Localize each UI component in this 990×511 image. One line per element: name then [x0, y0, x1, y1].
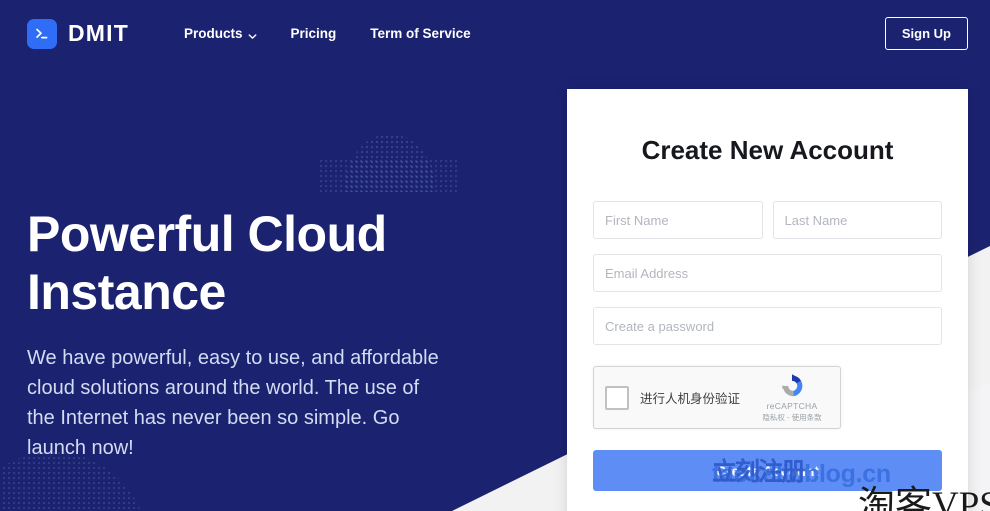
card-title: Create New Account [593, 89, 942, 166]
nav-item-term-of-service-label: Term of Service [370, 26, 470, 41]
hero-title-line2: Instance [27, 263, 447, 321]
recaptcha-checkbox[interactable] [605, 386, 629, 410]
recaptcha-label: 进行人机身份验证 [640, 388, 740, 407]
dotted-base-decoration [320, 160, 460, 194]
signup-card: Create New Account 进行人机身份验证 reCA [567, 89, 968, 511]
nav-item-products-label: Products [184, 26, 243, 41]
password-row [593, 307, 942, 345]
terminal-prompt-icon [27, 19, 57, 49]
email-row [593, 254, 942, 292]
recaptcha-terms-text[interactable]: 隐私权 - 使用条款 [755, 412, 829, 423]
last-name-input[interactable] [773, 201, 943, 239]
recaptcha-branding: reCAPTCHA 隐私权 - 使用条款 [755, 372, 829, 423]
nav-item-products[interactable]: Products [184, 26, 257, 41]
watermark-big-text: 淘客VPS [858, 474, 990, 511]
nav-item-term-of-service[interactable]: Term of Service [370, 26, 470, 41]
recaptcha-widget[interactable]: 进行人机身份验证 reCAPTCHA 隐私权 - 使用条款 [593, 366, 841, 429]
nav-item-pricing-label: Pricing [291, 26, 337, 41]
signup-button[interactable]: Sign Up [885, 17, 968, 50]
hero-title: Powerful Cloud Instance [27, 205, 447, 321]
name-row [593, 201, 942, 239]
brand-logo[interactable]: DMIT [27, 19, 129, 49]
watermark-overlay-cjk: 立刻注册 [712, 452, 804, 488]
top-navbar: DMIT Products Pricing Term of Service Si… [0, 0, 990, 67]
recaptcha-brand-text: reCAPTCHA [755, 401, 829, 411]
nav-item-pricing[interactable]: Pricing [291, 26, 337, 41]
chevron-down-icon [248, 29, 257, 38]
email-input[interactable] [593, 254, 942, 292]
password-input[interactable] [593, 307, 942, 345]
hero-subtitle: We have powerful, easy to use, and affor… [27, 343, 447, 463]
first-name-input[interactable] [593, 201, 763, 239]
recaptcha-icon [778, 372, 806, 400]
signup-page: DMIT Products Pricing Term of Service Si… [0, 0, 990, 511]
hero-title-line1: Powerful Cloud [27, 205, 447, 263]
nav-links: Products Pricing Term of Service [184, 26, 471, 41]
brand-name: DMIT [68, 20, 129, 47]
hero-copy: Powerful Cloud Instance We have powerful… [27, 205, 447, 463]
